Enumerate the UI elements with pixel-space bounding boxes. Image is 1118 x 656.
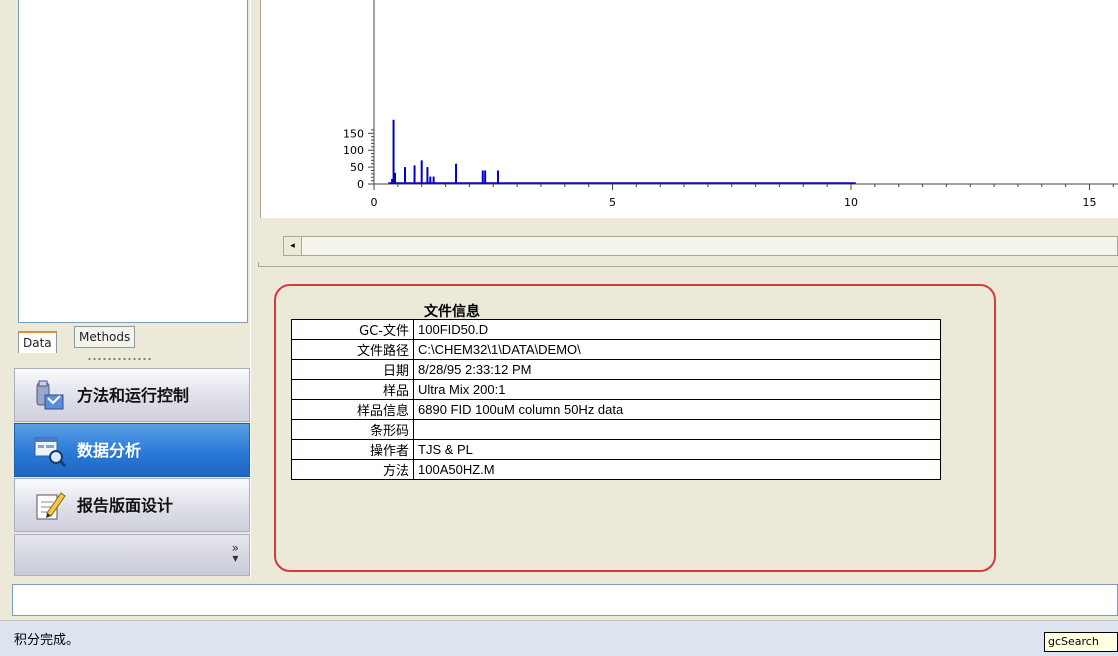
double-chevron-down-icon[interactable]: » ▾ xyxy=(232,542,239,564)
chromatogram-chart: 0 50 100 150 0 5 10 15 xyxy=(343,0,1118,209)
info-value: 6890 FID 100uM column 50Hz data xyxy=(413,399,941,420)
info-value xyxy=(413,419,941,440)
y-tick-label: 0 xyxy=(357,178,364,191)
table-row: 样品 Ultra Mix 200:1 xyxy=(291,379,941,400)
horizontal-scrollbar[interactable]: ◂ xyxy=(283,236,1118,256)
info-value: 8/28/95 2:33:12 PM xyxy=(413,359,941,380)
data-tree-view[interactable] xyxy=(18,0,248,323)
table-row: GC-文件 100FID50.D xyxy=(291,319,941,340)
nav-overflow-bar: » ▾ xyxy=(14,534,250,576)
info-value: C:\CHEM32\1\DATA\DEMO\ xyxy=(413,339,941,360)
nav-button-label: 报告版面设计 xyxy=(77,496,174,515)
table-row: 样品信息 6890 FID 100uM column 50Hz data xyxy=(291,399,941,420)
instrument-icon xyxy=(36,380,64,410)
info-value: TJS & PL xyxy=(413,439,941,460)
info-key: 文件路径 xyxy=(291,339,414,360)
splitter-grip[interactable] xyxy=(87,357,153,361)
x-tick-label: 10 xyxy=(844,196,858,209)
chart-magnifier-icon xyxy=(34,437,67,468)
info-key: 方法 xyxy=(291,459,414,480)
nav-button-label: 方法和运行控制 xyxy=(77,386,190,405)
info-value: 100A50HZ.M xyxy=(413,459,941,480)
table-row: 操作者 TJS & PL xyxy=(291,439,941,460)
nav-button-data-analysis[interactable]: 数据分析 xyxy=(14,423,250,477)
y-tick-label: 50 xyxy=(350,161,364,174)
nav-button-label: 数据分析 xyxy=(77,441,142,460)
info-key: 样品信息 xyxy=(291,399,414,420)
status-bar: 积分完成。 gcSearch xyxy=(0,620,1118,656)
x-tick-label: 5 xyxy=(609,196,616,209)
navigation-tabs: Data Methods xyxy=(18,325,248,357)
info-key: 操作者 xyxy=(291,439,414,460)
nav-button-method-run-control[interactable]: 方法和运行控制 xyxy=(14,368,250,422)
tab-methods[interactable]: Methods xyxy=(74,326,136,348)
info-key: 样品 xyxy=(291,379,414,400)
table-row: 文件路径 C:\CHEM32\1\DATA\DEMO\ xyxy=(291,339,941,360)
file-info-title: 文件信息 xyxy=(424,304,480,320)
scroll-left-arrow-icon[interactable]: ◂ xyxy=(284,237,302,255)
nav-button-report-layout[interactable]: 报告版面设计 xyxy=(14,478,250,532)
y-tick-label: 150 xyxy=(343,127,364,140)
status-text: 积分完成。 xyxy=(14,633,80,648)
file-info-table: GC-文件 100FID50.D 文件路径 C:\CHEM32\1\DATA\DEMO… xyxy=(291,319,941,480)
info-key: 条形码 xyxy=(291,419,414,440)
command-input[interactable] xyxy=(12,584,1118,616)
info-key: 日期 xyxy=(291,359,414,380)
info-value: Ultra Mix 200:1 xyxy=(413,379,941,400)
tooltip: gcSearch xyxy=(1044,632,1118,652)
y-tick-label: 100 xyxy=(343,144,364,157)
x-tick-label: 0 xyxy=(371,196,378,209)
pencil-report-icon xyxy=(36,492,66,520)
info-value: 100FID50.D xyxy=(413,319,941,340)
table-row: 方法 100A50HZ.M xyxy=(291,459,941,480)
table-row: 日期 8/28/95 2:33:12 PM xyxy=(291,359,941,380)
info-key: GC-文件 xyxy=(291,319,414,340)
table-row: 条形码 xyxy=(291,419,941,440)
tab-data[interactable]: Data xyxy=(18,331,57,353)
x-tick-label: 15 xyxy=(1083,196,1097,209)
